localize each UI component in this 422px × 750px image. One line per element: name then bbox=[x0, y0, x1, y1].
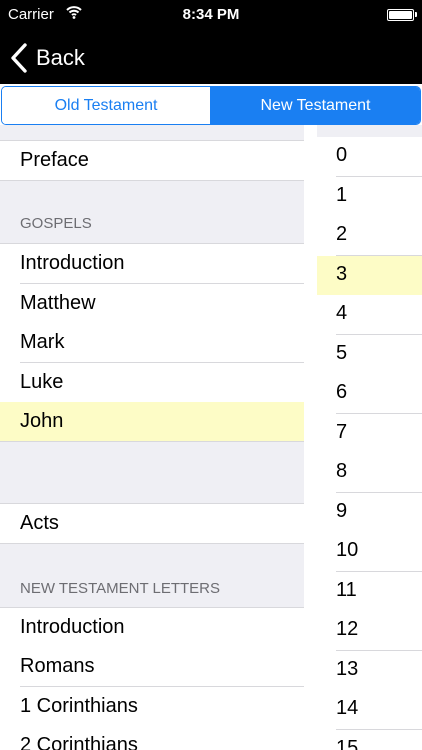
chapter-number: 8 bbox=[336, 460, 348, 482]
chapter-number: 11 bbox=[336, 579, 357, 601]
navigation-bar: Back bbox=[0, 32, 422, 84]
chapter-number: 7 bbox=[336, 421, 348, 443]
chapter-item[interactable]: 14 bbox=[317, 690, 422, 730]
list-item-gospel[interactable]: Luke bbox=[0, 363, 304, 403]
list-item-acts[interactable]: Acts bbox=[0, 504, 304, 544]
status-bar: Carrier 8:34 PM bbox=[0, 0, 422, 32]
list-item-preface[interactable]: Preface bbox=[0, 141, 304, 181]
chevron-left-icon bbox=[11, 43, 27, 73]
back-label: Back bbox=[36, 45, 85, 70]
column-divider bbox=[304, 125, 317, 750]
chapter-item[interactable]: 11 bbox=[317, 572, 422, 612]
book-label: Acts bbox=[20, 512, 59, 534]
chapter-item[interactable]: 12 bbox=[317, 611, 422, 651]
battery-tip bbox=[415, 12, 417, 17]
chapter-number: 4 bbox=[336, 302, 348, 324]
section-border bbox=[0, 441, 304, 442]
chapter-item[interactable]: 6 bbox=[317, 374, 422, 414]
chapter-item[interactable]: 2 bbox=[317, 216, 422, 256]
chapter-list[interactable]: 0 1 2 3 4 5 6 7 8 9 10 11 12 13 14 15 bbox=[317, 125, 422, 750]
section-header-gospels: GOSPELS bbox=[20, 215, 92, 232]
chapter-item[interactable]: 4 bbox=[317, 295, 422, 335]
list-item-gospel[interactable]: Introduction bbox=[0, 244, 304, 284]
chapter-number: 0 bbox=[336, 144, 348, 166]
list-item-gospel-selected[interactable]: John bbox=[0, 402, 304, 442]
section-border bbox=[0, 180, 304, 181]
book-list[interactable]: Preface GOSPELS Introduction Matthew Mar… bbox=[0, 125, 304, 750]
list-item-letter[interactable]: Romans bbox=[0, 647, 304, 687]
list-item-letter[interactable]: Introduction bbox=[0, 608, 304, 648]
book-label: 2 Corinthians bbox=[20, 734, 138, 750]
section-border bbox=[0, 543, 304, 544]
book-label: Romans bbox=[20, 655, 95, 677]
chapter-item[interactable]: 10 bbox=[317, 532, 422, 572]
chapter-item[interactable]: 1 bbox=[317, 177, 422, 217]
book-label: John bbox=[20, 410, 64, 432]
list-item-gospel[interactable]: Mark bbox=[0, 323, 304, 363]
chapter-number: 13 bbox=[336, 658, 359, 680]
chapter-number: 14 bbox=[336, 697, 359, 719]
book-label: Luke bbox=[20, 371, 64, 393]
chapter-number: 2 bbox=[336, 223, 348, 245]
battery-icon bbox=[387, 9, 414, 21]
list-item-letter[interactable]: 1 Corinthians bbox=[0, 687, 304, 727]
book-label: Introduction bbox=[20, 252, 125, 274]
chapter-item[interactable]: 8 bbox=[317, 453, 422, 493]
chapter-item[interactable]: 7 bbox=[317, 414, 422, 454]
book-label: Mark bbox=[20, 331, 65, 353]
chapter-number: 5 bbox=[336, 342, 348, 364]
chapter-item[interactable]: 13 bbox=[317, 651, 422, 691]
chapter-number: 6 bbox=[336, 381, 348, 403]
chapter-item[interactable]: 15 bbox=[317, 730, 422, 750]
chapter-item-selected[interactable]: 3 bbox=[317, 256, 422, 296]
chapter-item[interactable]: 5 bbox=[317, 335, 422, 375]
book-label: 1 Corinthians bbox=[20, 695, 138, 717]
clock: 8:34 PM bbox=[182, 6, 240, 23]
chapter-number: 15 bbox=[336, 737, 359, 750]
chapter-number: 10 bbox=[336, 539, 359, 561]
chapter-item[interactable]: 9 bbox=[317, 493, 422, 533]
book-label: Matthew bbox=[20, 292, 96, 314]
testament-segmented-control: Old Testament New Testament bbox=[0, 84, 422, 127]
chapter-number: 9 bbox=[336, 500, 348, 522]
segment-old-testament[interactable]: Old Testament bbox=[2, 87, 211, 124]
chapter-number: 12 bbox=[336, 618, 359, 640]
section-header-letters: NEW TESTAMENT LETTERS bbox=[20, 580, 221, 597]
chapter-number: 3 bbox=[336, 263, 348, 285]
back-button[interactable]: Back bbox=[10, 40, 85, 76]
chapter-list-top-inset bbox=[317, 125, 422, 137]
book-label: Introduction bbox=[20, 616, 125, 638]
list-item-letter[interactable]: 2 Corinthians bbox=[0, 726, 304, 750]
chapter-number: 1 bbox=[336, 184, 348, 206]
book-label: Preface bbox=[20, 149, 89, 171]
segment-new-testament[interactable]: New Testament bbox=[211, 87, 420, 124]
chapter-item[interactable]: 0 bbox=[317, 137, 422, 177]
list-item-gospel[interactable]: Matthew bbox=[0, 284, 304, 324]
